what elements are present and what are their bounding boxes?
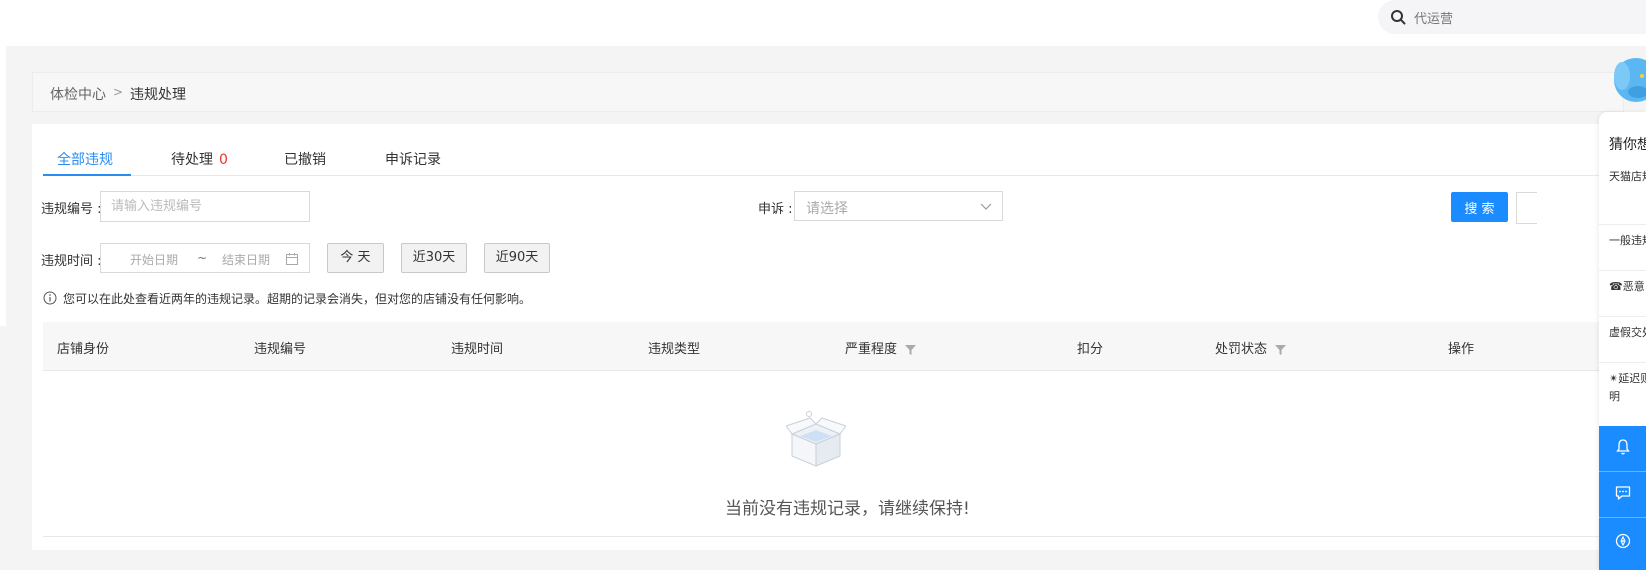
column-violation-time: 违规时间 [451,342,504,357]
chevron-down-icon [980,203,992,210]
assistant-side-panel: 猜你想 天猫店规节点罚？ 一般违规的区 ☎恶意口在哪 虚假交处罚的 ✴延迟则（含… [1599,112,1646,570]
left-strip [0,46,6,326]
tab-divider [43,175,1628,176]
tab-revoked[interactable]: 已撤销 [284,149,326,169]
quick-today-button[interactable]: 今 天 [327,243,384,273]
breadcrumb-item-violation: 违规处理 [130,87,186,103]
date-range-picker[interactable]: 开始日期 ~ 结束日期 [100,243,310,273]
column-label: 处罚状态 [1215,342,1268,357]
tab-appeal-records[interactable]: 申诉记录 [385,149,441,169]
column-label: 严重程度 [845,342,898,357]
table-header: 店铺身份 违规编号 违规时间 违规类型 严重程度 扣分 处罚状态 操作 [43,322,1628,371]
bar-divider [1599,471,1646,472]
empty-state-text: 当前没有违规记录，请继续保持! [725,499,970,519]
breadcrumb-item-health-center[interactable]: 体检中心 [50,84,106,104]
breadcrumb: 体检中心 > 违规处理 [32,72,1624,112]
tab-pending[interactable]: 待处理 0 [171,149,228,169]
column-violation-no: 违规编号 [254,342,307,357]
empty-box-icon [786,411,846,467]
column-violation-type: 违规类型 [648,342,701,357]
column-store-identity: 店铺身份 [57,342,110,357]
bell-icon[interactable] [1614,438,1632,456]
info-icon [43,291,57,305]
column-severity: 严重程度 [845,338,917,357]
mascot-avatar-icon[interactable] [1612,54,1646,110]
compass-icon[interactable] [1614,532,1632,550]
bar-divider [1599,517,1646,518]
faq-item[interactable]: ✴延迟则（含货说明 [1609,370,1646,406]
tab-label: 待处理 [171,152,213,168]
main-card: 全部违规 待处理 0 已撤销 申诉记录 违规编号 : 申诉 : 请选择 搜 索 违… [32,124,1632,550]
search-icon [1391,10,1406,25]
reset-button[interactable] [1516,192,1537,224]
notice-text: 您可以在此处查看近两年的违规记录。超期的记录会消失，但对您的店铺没有任何影响。 [63,292,532,306]
quick-30-days-button[interactable]: 近30天 [401,243,467,273]
faq-item[interactable]: ☎恶意口在哪 [1609,278,1646,296]
table-bottom-divider [43,536,1628,537]
top-bar: 代运营 [0,0,1646,46]
panel-title: 猜你想 [1609,137,1646,153]
end-date-placeholder: 结束日期 [222,253,271,267]
panel-divider [1599,316,1646,317]
violation-time-label: 违规时间 : [41,254,102,269]
active-tab-indicator [43,174,131,176]
breadcrumb-separator: > [113,85,124,99]
quick-90-days-button[interactable]: 近90天 [484,243,550,273]
start-date-placeholder: 开始日期 [130,253,179,267]
panel-action-bar [1599,426,1646,570]
column-penalty-status: 处罚状态 [1215,338,1287,357]
appeal-placeholder: 请选择 [806,201,848,217]
tab-label: 申诉记录 [385,152,441,168]
search-button[interactable]: 搜 索 [1451,192,1508,222]
column-actions: 操作 [1448,342,1475,357]
filter-icon[interactable] [905,344,917,355]
tab-label: 全部违规 [57,152,113,168]
filter-icon[interactable] [1275,344,1287,355]
range-separator: ~ [197,251,208,265]
pending-count-badge: 0 [219,152,228,168]
violation-no-input[interactable] [100,191,310,222]
column-deduction: 扣分 [1077,342,1104,357]
tab-label: 已撤销 [284,152,326,168]
faq-item[interactable]: 虚假交处罚的 [1609,324,1646,342]
panel-divider [1599,224,1646,225]
appeal-label: 申诉 : [758,202,793,217]
calendar-icon [286,253,298,265]
chat-icon[interactable] [1614,484,1632,502]
violation-no-label: 违规编号 : [41,202,102,217]
panel-divider [1599,270,1646,271]
appeal-select[interactable]: 请选择 [794,191,1003,221]
global-search[interactable]: 代运营 [1378,0,1646,34]
faq-item[interactable]: 天猫店规节点罚？ [1609,168,1646,186]
panel-divider [1599,362,1646,363]
faq-item[interactable]: 一般违规的区 [1609,232,1646,250]
tab-all-violations[interactable]: 全部违规 [57,149,113,169]
search-placeholder: 代运营 [1414,12,1454,27]
